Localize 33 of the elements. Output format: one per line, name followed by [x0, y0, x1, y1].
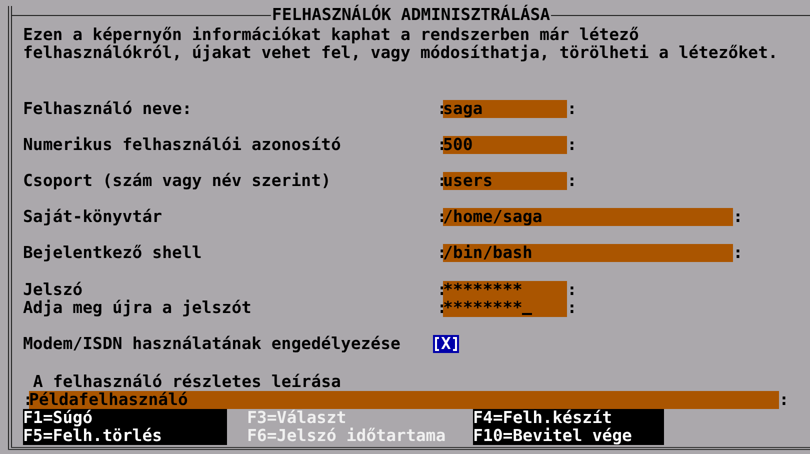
colon-mark: :	[733, 208, 739, 226]
field-label: Saját-könyvtár	[23, 208, 164, 226]
colon-mark: :	[779, 391, 785, 409]
input-field[interactable]: users	[443, 172, 567, 190]
function-key[interactable]: F5=Felh.törlés	[23, 427, 227, 445]
field-label: A felhasználó részletes leírása	[32, 373, 342, 391]
colon-mark: :	[567, 299, 573, 317]
colon-mark: :	[567, 172, 573, 190]
function-key[interactable]: F4=Felh.készít	[473, 409, 664, 427]
input-field[interactable]: Példafelhasználó	[29, 391, 779, 409]
function-key[interactable]: F1=Súgó	[23, 409, 227, 427]
input-field[interactable]: /bin/bash	[443, 244, 733, 262]
field-label: Bejelentkező shell	[23, 244, 203, 262]
checkbox-label: Modem/ISDN használatának engedélyezése	[23, 335, 402, 353]
input-field[interactable]: 500	[443, 136, 567, 154]
colon-mark: :	[567, 281, 573, 299]
input-field[interactable]: /home/saga	[443, 208, 733, 226]
field-label: Csoport (szám vagy név szerint)	[23, 172, 332, 190]
checkbox[interactable]: X	[433, 335, 459, 353]
field-label: Numerikus felhasználói azonosító	[23, 136, 342, 154]
field-label: Jelszó	[23, 281, 84, 299]
function-key[interactable]: F10=Bevitel vége	[473, 427, 664, 445]
password-field[interactable]: ********	[443, 299, 567, 317]
intro-text: felhasználókról, újakat vehet fel, vagy módosíthatja, törölheti a létezőket.	[23, 44, 779, 62]
input-field[interactable]: saga	[443, 100, 567, 118]
password-field[interactable]: ********	[443, 281, 567, 299]
colon-mark: :	[567, 136, 573, 154]
colon-mark: :	[733, 244, 739, 262]
colon-mark: :	[567, 100, 573, 118]
field-label: Felhasználó neve:	[23, 100, 193, 118]
field-label: Adja meg újra a jelszót	[23, 299, 252, 317]
window-title: FELHASZNÁLÓK ADMINISZTRÁLÁSA	[270, 6, 552, 24]
intro-text: Ezen a képernyőn információkat kaphat a rendszerben már létező	[23, 26, 640, 44]
